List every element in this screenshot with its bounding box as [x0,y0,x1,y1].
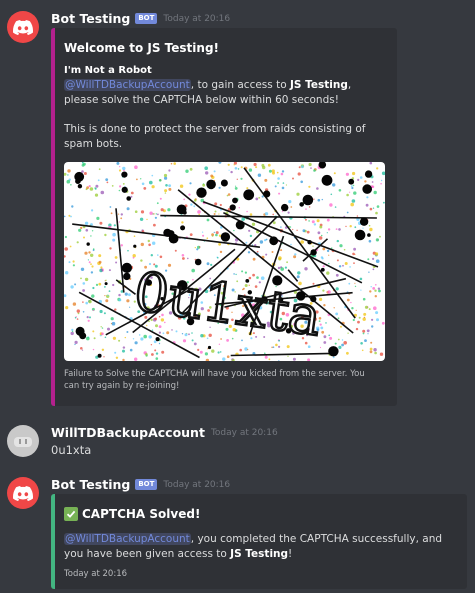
username[interactable]: Bot Testing [51,11,130,26]
captcha-image[interactable]: 0u1xta [64,162,385,361]
embed-footer: Failure to Solve the CAPTCHA will have y… [64,369,365,391]
message-bot-solved: Bot Testing BOT Today at 20:16 CAPTCHA S… [0,477,475,589]
embed-title: Welcome to JS Testing! [64,41,220,55]
field-value: @WillTDBackupAccount, you completed the … [64,532,454,562]
field-value: @WillTDBackupAccount, to gain access to … [64,78,380,152]
avatar[interactable] [7,477,39,509]
field-name: I'm Not a Robot [64,65,152,76]
user-mention[interactable]: @WillTDBackupAccount [64,533,191,545]
default-avatar-icon [14,437,32,447]
discord-logo-icon [13,19,33,35]
embed-solved: CAPTCHA Solved! @WillTDBackupAccount, yo… [51,494,467,589]
message-header: WillTDBackupAccount Today at 20:16 [51,425,278,440]
discord-logo-icon [13,485,33,501]
embed-title-text: CAPTCHA Solved! [82,507,201,521]
avatar[interactable] [7,425,39,457]
server-name: JS Testing [289,79,348,91]
bot-tag: BOT [135,479,158,490]
white-check-mark-icon [64,507,78,521]
username[interactable]: WillTDBackupAccount [51,425,205,440]
info-text: This is done to protect the server from … [64,123,366,150]
bot-tag: BOT [135,13,158,24]
message-bot-captcha: Bot Testing BOT Today at 20:16 Welcome t… [0,11,475,407]
text-fragment: , to gain access to [190,79,290,91]
message-content: 0u1xta [51,443,92,457]
username[interactable]: Bot Testing [51,477,130,492]
avatar[interactable] [7,11,39,43]
captcha-graphic: 0u1xta [64,162,385,361]
server-name: JS Testing [230,548,289,560]
user-mention[interactable]: @WillTDBackupAccount [64,79,191,91]
embed-title: CAPTCHA Solved! [64,507,200,521]
message-header: Bot Testing BOT Today at 20:16 [51,11,230,26]
message-user: WillTDBackupAccount Today at 20:16 0u1xt… [0,425,475,461]
text-fragment: ! [288,548,293,560]
message-header: Bot Testing BOT Today at 20:16 [51,477,230,492]
timestamp[interactable]: Today at 20:16 [163,480,230,490]
timestamp[interactable]: Today at 20:16 [163,14,230,24]
embed-captcha: Welcome to JS Testing! I'm Not a Robot @… [51,28,397,406]
timestamp[interactable]: Today at 20:16 [211,428,278,438]
embed-footer: Today at 20:16 [64,569,128,579]
